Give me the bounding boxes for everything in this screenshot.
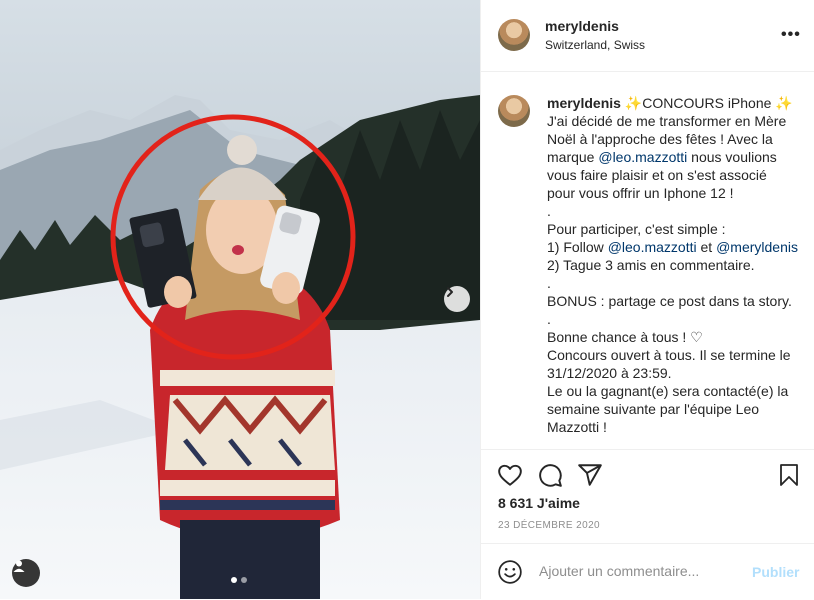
caption-fragment: 31/12/2020 à 23:59. [547,365,672,381]
bookmark-icon[interactable] [777,462,801,488]
caption-fragment: BONUS : partage ce post dans ta story. [547,293,792,309]
caption-fragment: semaine suivante par l'équipe Leo [547,401,760,417]
post-location[interactable]: Switzerland, Swiss [545,38,645,52]
emoji-icon[interactable] [497,559,523,585]
caption-text: meryldenis ✨CONCOURS iPhone ✨ J'ai décidé… [547,94,809,436]
tagged-users-button[interactable] [12,559,40,587]
mention-link[interactable]: @leo.mazzotti [608,239,697,255]
caption-line: 2) Tague 3 amis en commentaire. [547,256,809,274]
caption-fragment: et [696,239,717,255]
caption-fragment: Le ou la gagnant(e) sera contacté(e) la [547,383,789,399]
caption-area: meryldenis ✨CONCOURS iPhone ✨ J'ai décidé… [481,72,814,449]
caption-line: Mazzotti ! [547,418,809,436]
caption-line: Noël à l'approche des fêtes ! Avec la [547,130,809,148]
caption-fragment: ✨CONCOURS iPhone ✨ [620,95,793,111]
mention-link[interactable]: @leo.mazzotti [598,149,687,165]
user-icon [13,560,25,572]
caption-fragment: pour vous offrir un Iphone 12 ! [547,185,734,201]
caption-line: . [547,310,809,328]
post-photo[interactable] [0,0,480,599]
mention-link[interactable]: @meryldenis [716,239,798,255]
caption-fragment: . [547,311,551,327]
caption-avatar[interactable] [498,95,530,127]
caption-line: 31/12/2020 à 23:59. [547,364,809,382]
caption-line: Bonne chance à tous ! ♡ [547,328,809,346]
more-options-icon[interactable]: ••• [781,26,801,44]
caption-line: . [547,202,809,220]
caption-fragment: 2) Tague 3 amis en commentaire. [547,257,755,273]
caption-fragment: marque [547,149,599,165]
caption-line: . [547,274,809,292]
post-header: meryldenis Switzerland, Swiss ••• [481,0,814,72]
carousel-next-button[interactable] [444,286,470,312]
chevron-right-icon [447,287,453,297]
likes-count[interactable]: 8 631 J'aime [498,495,580,511]
caption-fragment: . [547,203,551,219]
caption-fragment: Bonne chance à tous ! ♡ [547,329,703,345]
action-bar [481,449,814,500]
caption-line: Pour participer, c'est simple : [547,220,809,238]
caption-line: Le ou la gagnant(e) sera contacté(e) la [547,382,809,400]
caption-line: vous faire plaisir et on s'est associé [547,166,809,184]
caption-line: marque @leo.mazzotti nous voulions [547,148,809,166]
comment-icon[interactable] [537,462,563,488]
post-sidebar: meryldenis Switzerland, Swiss ••• meryld… [480,0,814,599]
caption-fragment: Pour participer, c'est simple : [547,221,726,237]
photo-illustration [0,0,480,599]
post-username[interactable]: meryldenis [545,18,619,34]
caption-line: pour vous offrir un Iphone 12 ! [547,184,809,202]
carousel-dot-active [231,577,237,583]
comment-input[interactable] [537,562,731,580]
carousel-dot [241,577,247,583]
heart-icon[interactable] [497,462,523,488]
caption-username[interactable]: meryldenis [547,95,621,111]
caption-line: semaine suivante par l'équipe Leo [547,400,809,418]
caption-fragment: 1) Follow [547,239,608,255]
caption-line: BONUS : partage ce post dans ta story. [547,292,809,310]
post-date[interactable]: 23 DÉCEMBRE 2020 [498,520,600,531]
comment-bar: Publier [481,543,814,600]
caption-fragment: vous faire plaisir et on s'est associé [547,167,767,183]
caption-fragment: Noël à l'approche des fêtes ! Avec la [547,131,773,147]
caption-fragment: Mazzotti ! [547,419,607,435]
share-icon[interactable] [577,462,603,488]
caption-fragment: nous voulions [687,149,777,165]
caption-fragment: J'ai décidé de me transformer en Mère [547,113,787,129]
caption-line: 1) Follow @leo.mazzotti et @meryldenis [547,238,809,256]
caption-fragment: . [547,275,551,291]
carousel-indicator [231,577,247,583]
publish-button[interactable]: Publier [752,564,799,580]
avatar[interactable] [498,19,530,51]
caption-fragment: Concours ouvert à tous. Il se termine le [547,347,791,363]
caption-line: J'ai décidé de me transformer en Mère [547,112,809,130]
caption-line: meryldenis ✨CONCOURS iPhone ✨ [547,94,809,112]
caption-line: Concours ouvert à tous. Il se termine le [547,346,809,364]
